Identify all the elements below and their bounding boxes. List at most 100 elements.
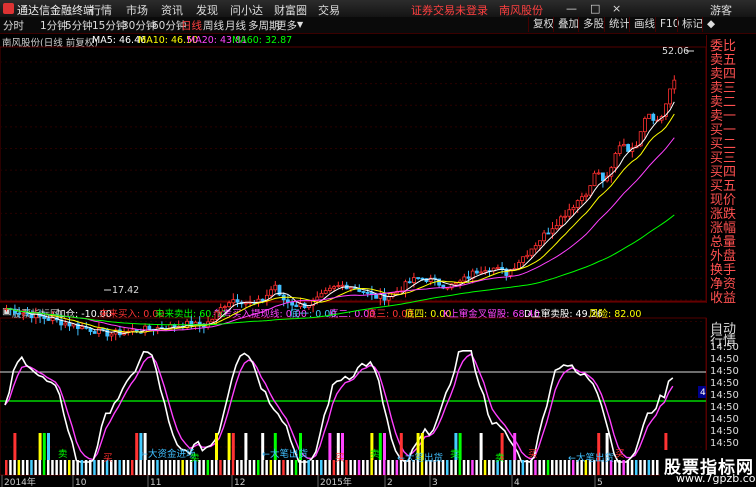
chart-canvas[interactable]: 卖买←大资金进场卖←大笔出货买卖←大笔出货卖卖买←大笔出货买卖 50.0047.… <box>0 0 756 487</box>
candle-body <box>210 318 215 323</box>
signal-bar <box>173 460 176 475</box>
signal-bar <box>357 460 361 475</box>
signal-bar <box>72 460 75 475</box>
signal-bar <box>202 460 205 475</box>
signal-bar-tall <box>215 433 218 460</box>
signal-bar <box>563 460 567 475</box>
signal-bar <box>219 460 222 475</box>
signal-bar <box>273 460 277 475</box>
signal-bar <box>278 460 281 475</box>
signal-bar <box>391 460 394 475</box>
candle-body <box>563 215 567 218</box>
date-tick-label: 10 <box>75 478 87 487</box>
candle-body <box>601 172 605 182</box>
signal-bar <box>126 460 130 475</box>
signal-bar-tall <box>227 433 231 460</box>
signal-bar <box>618 460 621 475</box>
candle-body <box>260 298 265 301</box>
candle-body <box>538 240 542 246</box>
tick-row: 14:50 <box>710 426 739 437</box>
signal-bar <box>639 460 642 475</box>
signal-bar <box>513 460 516 475</box>
signal-bar <box>223 460 226 475</box>
candle-body <box>294 304 299 307</box>
signal-bar <box>551 460 554 475</box>
signal-bar <box>647 460 651 475</box>
signal-marker: 卖 <box>450 449 460 460</box>
candle-body <box>63 322 68 326</box>
candle-body <box>521 256 525 263</box>
signal-bar <box>55 460 58 475</box>
date-tick-label: 2014年 <box>4 476 36 487</box>
signal-bar <box>114 460 117 475</box>
signal-bar <box>30 460 33 475</box>
ma60-line <box>6 214 675 326</box>
candle-body <box>596 172 601 175</box>
signal-bar <box>63 460 67 475</box>
signal-bar <box>311 460 315 475</box>
signal-bar <box>366 460 369 475</box>
signal-bar <box>143 460 147 475</box>
candle-body <box>411 277 416 284</box>
candle-body <box>222 306 227 309</box>
candle-body <box>285 299 290 303</box>
signal-bar <box>122 460 126 475</box>
signal-bar <box>236 460 239 475</box>
signal-bar <box>475 460 478 475</box>
candle-body <box>584 194 588 198</box>
tick-row: 14:50 <box>710 414 739 425</box>
signal-bar <box>21 460 25 475</box>
signal-bar <box>47 460 50 475</box>
signal-bar <box>374 460 378 475</box>
candle-body <box>361 291 366 293</box>
date-tick-label: 2015年 <box>320 476 352 487</box>
candle-body <box>495 267 500 269</box>
signal-bar <box>17 460 21 475</box>
signal-marker: 买 <box>528 449 538 460</box>
candle-body <box>571 207 576 211</box>
signal-bar <box>362 460 365 475</box>
signal-bar <box>651 460 655 475</box>
signal-bar <box>349 460 352 475</box>
candle-body <box>130 329 135 332</box>
signal-bar <box>471 460 474 475</box>
candle-body <box>332 286 337 289</box>
signal-bar <box>9 460 12 475</box>
candle-body <box>546 232 551 235</box>
signal-bar <box>525 460 529 475</box>
signal-bar <box>244 460 247 475</box>
candle-body <box>483 270 488 273</box>
signal-bar <box>555 460 558 475</box>
candle-body <box>416 277 421 279</box>
signal-marker: ←大笔出货 <box>397 452 443 464</box>
signal-bar <box>168 460 172 475</box>
candle-body <box>105 328 110 337</box>
signal-bar <box>89 460 92 475</box>
candle-body <box>613 153 618 169</box>
signal-bar <box>614 460 617 475</box>
date-axis: 2014年 10 11 12 2015年 2 3 4 5 <box>1 475 603 487</box>
signal-bar-tall <box>47 433 50 460</box>
signal-bar-tall <box>513 433 517 460</box>
candle-body <box>592 172 597 187</box>
candle-body <box>643 118 647 133</box>
candle-body <box>327 287 332 292</box>
candle-body <box>462 276 467 282</box>
candle-body <box>147 325 152 330</box>
signal-bar <box>446 460 449 475</box>
candle-body <box>588 185 593 196</box>
date-tick-label: 11 <box>150 478 161 487</box>
signal-bar-tall <box>13 433 17 460</box>
signal-bar <box>84 460 88 475</box>
candle-body <box>365 292 370 294</box>
high-price-label: 52.06 <box>662 46 689 57</box>
candle-body <box>336 285 341 288</box>
candle-body <box>97 327 101 334</box>
signal-bar-tall <box>135 433 139 460</box>
signal-bar <box>131 460 134 475</box>
signal-marker: ←大笔出货 <box>568 452 614 464</box>
signal-bar <box>353 460 357 475</box>
signal-bar <box>542 460 546 475</box>
signal-bar <box>269 460 273 475</box>
signal-marker: 卖 <box>58 449 68 460</box>
